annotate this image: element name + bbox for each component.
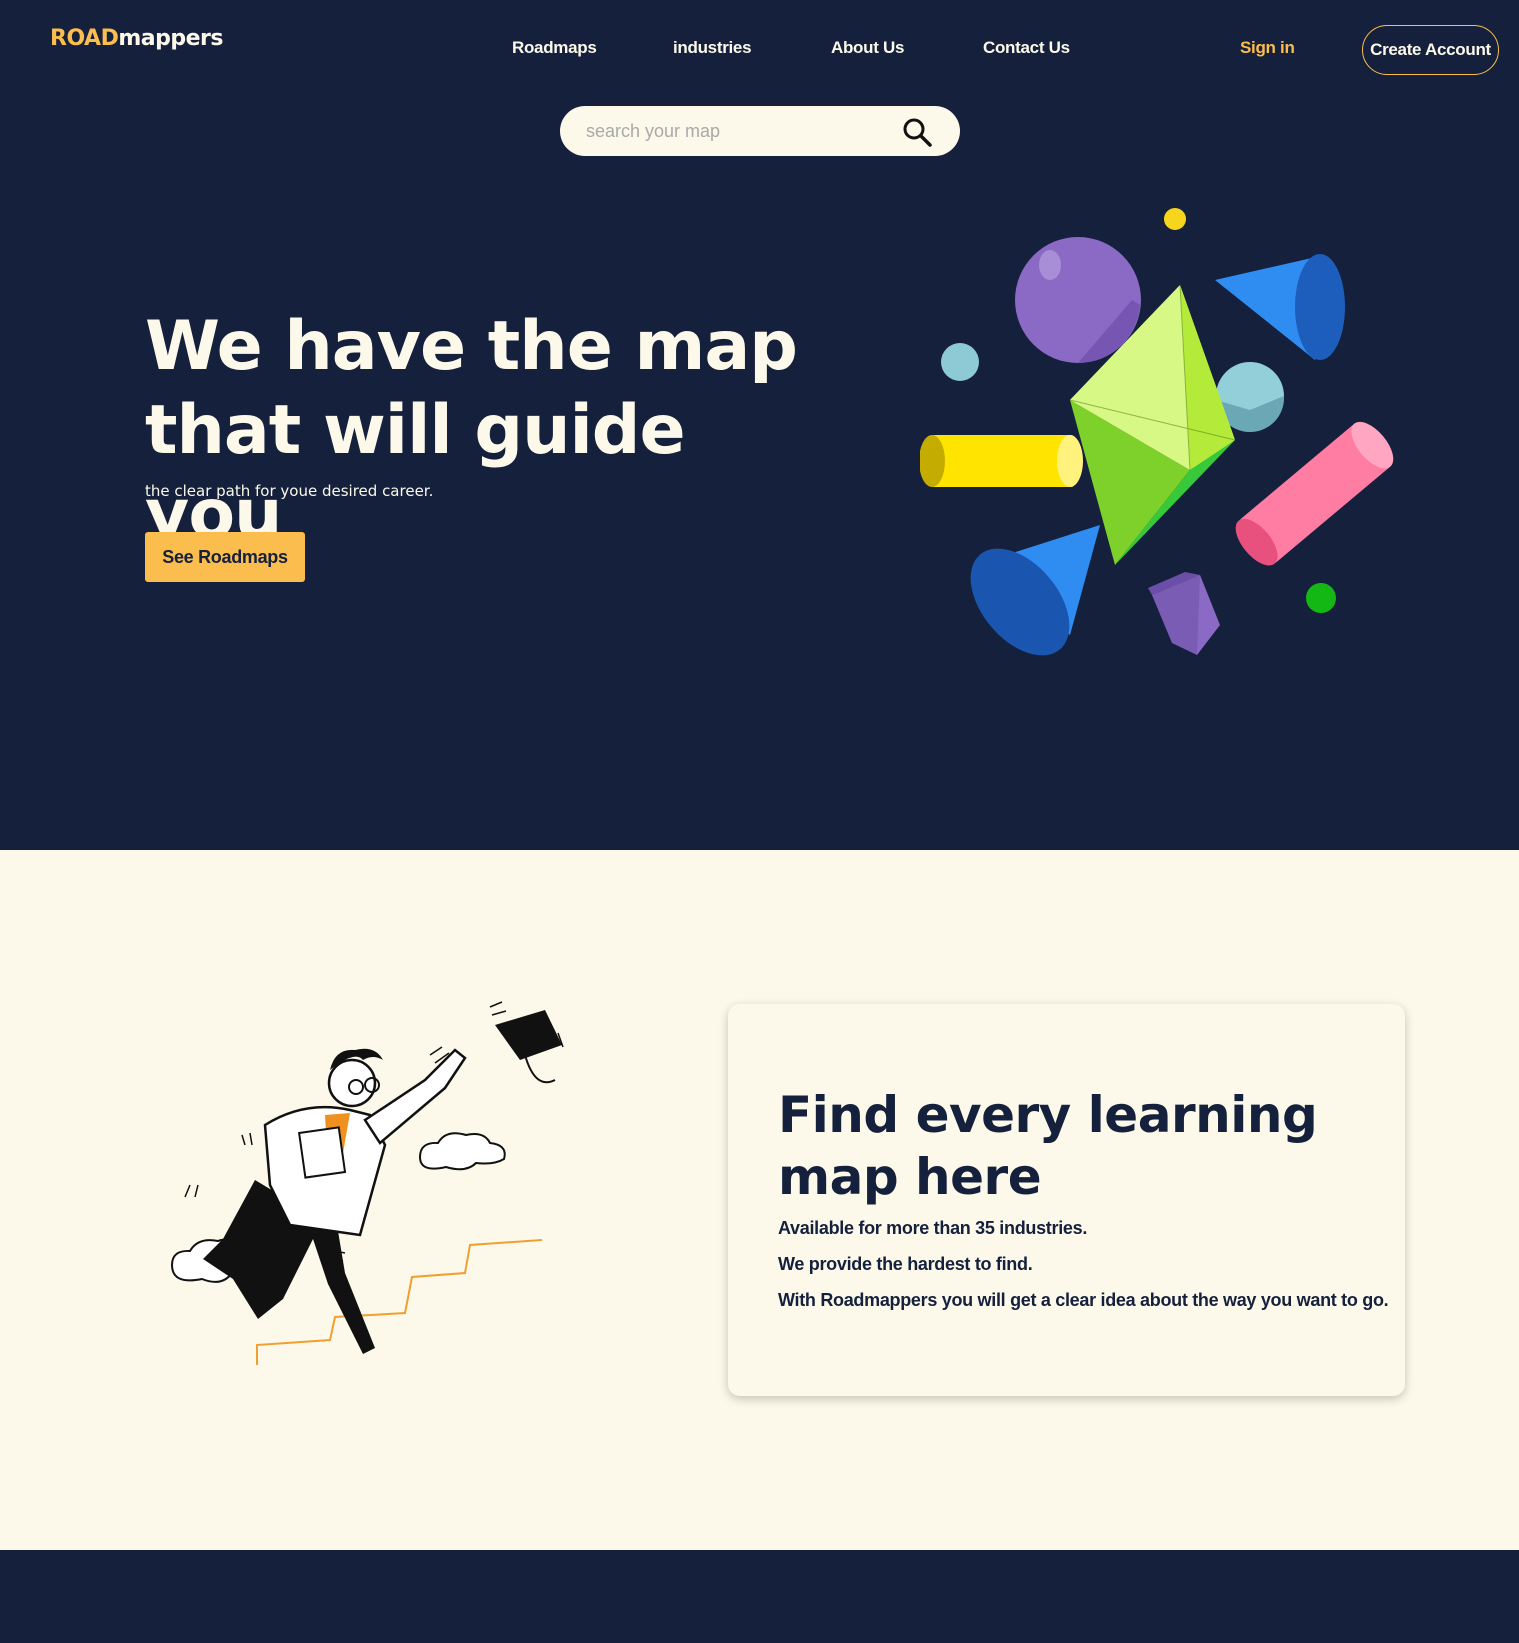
arm [363, 1048, 467, 1145]
graduation-cap-icon [495, 1010, 562, 1060]
feature-title-line2: map here [778, 1148, 1042, 1206]
logo-mappers: mappers [118, 26, 223, 51]
logo-road: ROAD [50, 26, 119, 51]
nav-contact-us[interactable]: Contact Us [983, 38, 1070, 58]
create-account-button[interactable]: Create Account [1362, 25, 1499, 75]
graduate-running-illustration [170, 1001, 564, 1365]
nav-about-us[interactable]: About Us [831, 38, 904, 58]
hero-section: ROADmappers Roadmaps industries About Us… [0, 0, 1519, 850]
sign-in-link[interactable]: Sign in [1240, 38, 1295, 58]
hero-subtitle: the clear path for youe desired career. [145, 482, 434, 500]
geometric-shapes-illustration [920, 208, 1394, 656]
hero-headline-line2: that will guide you [145, 391, 686, 554]
see-roadmaps-button[interactable]: See Roadmaps [145, 532, 305, 582]
search-icon[interactable] [902, 117, 932, 147]
logo[interactable]: ROADmappers [50, 26, 223, 51]
feature-title: Find every learning map here [778, 1084, 1338, 1208]
search-bar [560, 106, 960, 156]
feature-line-3: With Roadmappers you will get a clear id… [778, 1290, 1389, 1310]
hero-headline-line1: We have the map [145, 307, 798, 386]
head [327, 1058, 377, 1108]
pink-cylinder [1235, 421, 1394, 566]
yellow-cylinder [930, 435, 1075, 487]
cloud-right [418, 1132, 506, 1171]
hero-headline: We have the map that will guide you [145, 305, 805, 557]
nav-roadmaps[interactable]: Roadmaps [512, 38, 597, 58]
yellow-dot [1164, 208, 1186, 230]
feature-line-1: Available for more than 35 industries. [778, 1218, 1088, 1238]
books [298, 1126, 347, 1179]
feature-title-line1: Find every learning [778, 1086, 1318, 1144]
nav-industries[interactable]: industries [673, 38, 752, 58]
small-blue-sphere [941, 343, 979, 381]
feature-line-2: We provide the hardest to find. [778, 1254, 1033, 1274]
search-input[interactable] [586, 118, 886, 144]
green-dot [1306, 583, 1336, 613]
feature-card: Find every learning map here Available f… [728, 1004, 1405, 1396]
footer [0, 1550, 1519, 1643]
